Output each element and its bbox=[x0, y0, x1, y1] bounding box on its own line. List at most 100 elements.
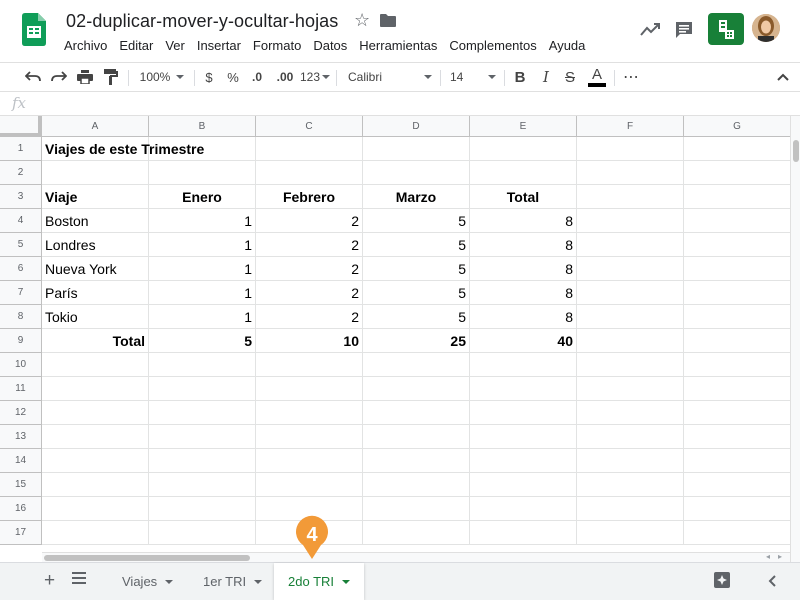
menu-insertar[interactable]: Insertar bbox=[191, 36, 247, 55]
cell-d9[interactable]: 25 bbox=[363, 329, 470, 353]
sheet-tab-2do-tri[interactable]: 2do TRI bbox=[274, 563, 364, 600]
cell-g13[interactable] bbox=[684, 425, 790, 449]
text-color-button[interactable]: A bbox=[586, 63, 608, 91]
cell-f2[interactable] bbox=[577, 161, 684, 185]
document-title[interactable]: 02-duplicar-mover-y-ocultar-hojas bbox=[66, 11, 338, 32]
sheets-logo-icon[interactable] bbox=[22, 13, 46, 46]
row-header-1[interactable]: 1 bbox=[0, 137, 42, 161]
user-avatar[interactable] bbox=[752, 14, 780, 42]
row-header-17[interactable]: 17 bbox=[0, 521, 42, 545]
cell-c6[interactable]: 2 bbox=[256, 257, 363, 281]
cell-f11[interactable] bbox=[577, 377, 684, 401]
cell-g4[interactable] bbox=[684, 209, 790, 233]
cell-a12[interactable] bbox=[42, 401, 149, 425]
cell-d7[interactable]: 5 bbox=[363, 281, 470, 305]
cell-b1[interactable] bbox=[149, 137, 256, 161]
cell-a8[interactable]: Tokio bbox=[42, 305, 149, 329]
cell-d13[interactable] bbox=[363, 425, 470, 449]
cell-e10[interactable] bbox=[470, 353, 577, 377]
cell-d14[interactable] bbox=[363, 449, 470, 473]
share-button[interactable] bbox=[708, 13, 744, 45]
cell-a3[interactable]: Viaje bbox=[42, 185, 149, 209]
cell-b15[interactable] bbox=[149, 473, 256, 497]
cell-b3[interactable]: Enero bbox=[149, 185, 256, 209]
cell-a1[interactable]: Viajes de este Trimestre bbox=[42, 137, 204, 161]
cell-b13[interactable] bbox=[149, 425, 256, 449]
cell-d6[interactable]: 5 bbox=[363, 257, 470, 281]
cell-f14[interactable] bbox=[577, 449, 684, 473]
cell-c15[interactable] bbox=[256, 473, 363, 497]
cell-e13[interactable] bbox=[470, 425, 577, 449]
row-header-13[interactable]: 13 bbox=[0, 425, 42, 449]
decrease-decimals-button[interactable]: .0 bbox=[246, 63, 268, 91]
cell-b14[interactable] bbox=[149, 449, 256, 473]
cell-g8[interactable] bbox=[684, 305, 790, 329]
cell-c8[interactable]: 2 bbox=[256, 305, 363, 329]
cell-e7[interactable]: 8 bbox=[470, 281, 577, 305]
cell-e5[interactable]: 8 bbox=[470, 233, 577, 257]
cell-e16[interactable] bbox=[470, 497, 577, 521]
cell-f17[interactable] bbox=[577, 521, 684, 545]
star-icon[interactable]: ☆ bbox=[354, 10, 370, 31]
comment-icon[interactable] bbox=[674, 20, 694, 40]
cell-g7[interactable] bbox=[684, 281, 790, 305]
cell-c11[interactable] bbox=[256, 377, 363, 401]
cell-d8[interactable]: 5 bbox=[363, 305, 470, 329]
row-header-12[interactable]: 12 bbox=[0, 401, 42, 425]
horizontal-scrollbar[interactable]: ◂ ▸ bbox=[42, 552, 790, 562]
cell-e12[interactable] bbox=[470, 401, 577, 425]
cell-c12[interactable] bbox=[256, 401, 363, 425]
scroll-left-arrow-icon[interactable]: ◂ bbox=[766, 552, 770, 561]
cell-b12[interactable] bbox=[149, 401, 256, 425]
cell-b9[interactable]: 5 bbox=[149, 329, 256, 353]
spreadsheet-grid[interactable]: A B C D E F G 1 2 3 4 5 6 7 8 9 10 11 12 13 14 15 16 17 Viajes d… bbox=[0, 116, 790, 552]
percent-format-button[interactable]: % bbox=[224, 63, 242, 91]
cell-d11[interactable] bbox=[363, 377, 470, 401]
row-header-11[interactable]: 11 bbox=[0, 377, 42, 401]
cell-g11[interactable] bbox=[684, 377, 790, 401]
cell-a2[interactable] bbox=[42, 161, 149, 185]
redo-icon[interactable] bbox=[48, 63, 70, 91]
cell-a14[interactable] bbox=[42, 449, 149, 473]
cell-f10[interactable] bbox=[577, 353, 684, 377]
cell-e6[interactable]: 8 bbox=[470, 257, 577, 281]
cell-g3[interactable] bbox=[684, 185, 790, 209]
cell-a16[interactable] bbox=[42, 497, 149, 521]
column-header-g[interactable]: G bbox=[684, 116, 790, 137]
strikethrough-button[interactable]: S bbox=[560, 63, 580, 91]
cell-g2[interactable] bbox=[684, 161, 790, 185]
cell-f1[interactable] bbox=[577, 137, 684, 161]
cell-b8[interactable]: 1 bbox=[149, 305, 256, 329]
column-header-c[interactable]: C bbox=[256, 116, 363, 137]
cell-f5[interactable] bbox=[577, 233, 684, 257]
cell-g10[interactable] bbox=[684, 353, 790, 377]
cell-b2[interactable] bbox=[149, 161, 256, 185]
cell-a7[interactable]: París bbox=[42, 281, 149, 305]
menu-editar[interactable]: Editar bbox=[113, 36, 159, 55]
cell-d15[interactable] bbox=[363, 473, 470, 497]
cell-f13[interactable] bbox=[577, 425, 684, 449]
menu-datos[interactable]: Datos bbox=[307, 36, 353, 55]
cell-c4[interactable]: 2 bbox=[256, 209, 363, 233]
cell-b5[interactable]: 1 bbox=[149, 233, 256, 257]
cell-d2[interactable] bbox=[363, 161, 470, 185]
row-header-8[interactable]: 8 bbox=[0, 305, 42, 329]
sheet-tab-viajes[interactable]: Viajes bbox=[108, 563, 187, 600]
row-header-4[interactable]: 4 bbox=[0, 209, 42, 233]
collapse-side-panel-icon[interactable] bbox=[768, 574, 776, 592]
cell-f15[interactable] bbox=[577, 473, 684, 497]
collapse-toolbar-icon[interactable] bbox=[772, 63, 794, 91]
add-sheet-button[interactable]: + bbox=[44, 570, 55, 592]
cell-d12[interactable] bbox=[363, 401, 470, 425]
row-header-5[interactable]: 5 bbox=[0, 233, 42, 257]
cell-g14[interactable] bbox=[684, 449, 790, 473]
cell-f16[interactable] bbox=[577, 497, 684, 521]
row-header-3[interactable]: 3 bbox=[0, 185, 42, 209]
cell-c9[interactable]: 10 bbox=[256, 329, 363, 353]
folder-icon[interactable] bbox=[380, 14, 396, 27]
row-header-7[interactable]: 7 bbox=[0, 281, 42, 305]
cell-g5[interactable] bbox=[684, 233, 790, 257]
menu-complementos[interactable]: Complementos bbox=[443, 36, 542, 55]
row-header-16[interactable]: 16 bbox=[0, 497, 42, 521]
cell-c3[interactable]: Febrero bbox=[256, 185, 363, 209]
